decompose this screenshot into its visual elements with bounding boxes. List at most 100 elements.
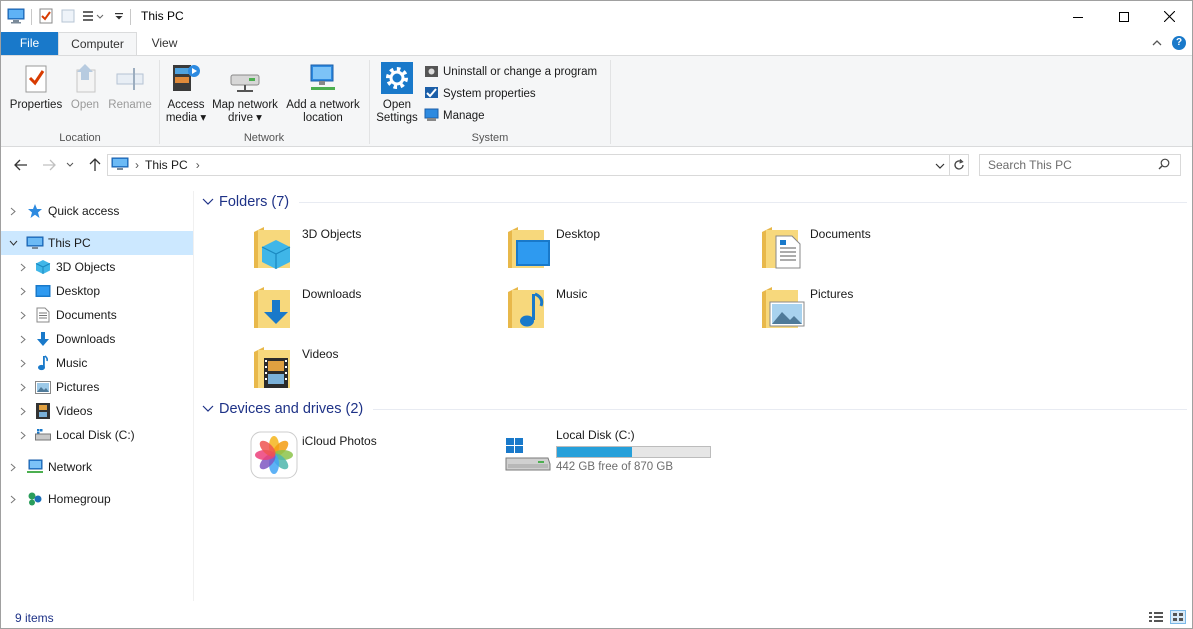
nav-item-this-pc[interactable]: This PC (1, 231, 193, 255)
folder-tile-pictures[interactable]: Pictures (758, 284, 1008, 340)
tiles-view-icon[interactable] (1170, 610, 1186, 624)
system-properties-button[interactable]: System properties (424, 84, 536, 104)
search-box[interactable] (979, 154, 1181, 176)
icloud-photos-tile[interactable]: iCloud Photos (250, 431, 500, 487)
expand-chevron-icon[interactable] (8, 462, 18, 472)
address-bar[interactable]: › This PC › (107, 154, 950, 176)
qat-dropdown-icon[interactable] (114, 8, 124, 27)
disk-usage-fill (557, 447, 633, 457)
properties-icon (20, 60, 52, 96)
tab-computer[interactable]: Computer (58, 32, 137, 56)
local-disk-tile[interactable]: Local Disk (C:) 442 GB free of 870 GB (504, 428, 754, 484)
nav-item-documents[interactable]: Documents (1, 303, 193, 327)
breadcrumb-this-pc[interactable]: This PC (145, 158, 188, 172)
nav-item-local-disk[interactable]: Local Disk (C:) (1, 423, 193, 447)
collapse-chevron-icon[interactable] (8, 238, 18, 248)
folders-group-header[interactable]: Folders (7) (202, 192, 1187, 212)
expand-chevron-icon[interactable] (8, 206, 18, 216)
tab-view[interactable]: View (137, 32, 192, 55)
folder-name: Videos (302, 347, 339, 361)
nav-item-desktop[interactable]: Desktop (1, 279, 193, 303)
rename-icon (114, 60, 146, 96)
refresh-button[interactable] (949, 154, 969, 176)
nav-label-network: Network (48, 460, 93, 474)
breadcrumb-chevron-icon[interactable]: › (196, 158, 200, 172)
breadcrumb-chevron-icon[interactable]: › (135, 158, 139, 172)
search-input[interactable] (988, 158, 1158, 172)
folders-header-label: Folders (7) (219, 194, 290, 210)
device-name: Local Disk (C:) (556, 428, 635, 442)
nav-label: Documents (56, 308, 117, 322)
minimize-button[interactable] (1055, 1, 1101, 32)
recent-locations-button[interactable] (63, 155, 77, 175)
nav-item-videos[interactable]: Videos (1, 399, 193, 423)
tab-file[interactable]: File (1, 32, 58, 55)
expand-chevron-icon[interactable] (18, 286, 28, 296)
rename-button[interactable]: Rename (105, 60, 155, 112)
explorer-window: This PC File Computer View ? Properties … (0, 0, 1193, 629)
manage-label: Manage (443, 110, 485, 122)
expand-chevron-icon[interactable] (8, 494, 18, 504)
help-icon[interactable]: ? (1172, 36, 1186, 50)
access-media-button[interactable]: Access media ▾ (164, 60, 208, 125)
customize-qat-icon[interactable] (82, 8, 108, 27)
computer-icon[interactable] (7, 8, 25, 27)
folder-tile-downloads[interactable]: Downloads (250, 284, 500, 340)
nav-item-music[interactable]: Music (1, 351, 193, 375)
expand-chevron-icon[interactable] (18, 310, 28, 320)
properties-check-icon[interactable] (38, 8, 54, 27)
nav-label: Music (56, 356, 88, 370)
nav-item-network[interactable]: Network (1, 455, 193, 479)
nav-item-quick-access[interactable]: Quick access (1, 199, 193, 223)
close-button[interactable] (1146, 1, 1192, 32)
expand-chevron-icon[interactable] (18, 382, 28, 392)
nav-item-downloads[interactable]: Downloads (1, 327, 193, 351)
manage-icon (424, 107, 439, 125)
properties-button[interactable]: Properties (7, 60, 65, 112)
devices-group-header[interactable]: Devices and drives (2) (202, 399, 1187, 419)
up-button[interactable] (85, 155, 105, 175)
media-icon (170, 60, 202, 96)
ribbon-divider (610, 60, 611, 144)
nav-item-pictures[interactable]: Pictures (1, 375, 193, 399)
nav-label: Downloads (56, 332, 116, 346)
nav-label: 3D Objects (56, 260, 116, 274)
folder-tile-music[interactable]: Music (504, 284, 754, 340)
new-folder-icon[interactable] (60, 8, 76, 27)
collapse-ribbon-icon[interactable] (1152, 36, 1162, 50)
expand-chevron-icon[interactable] (18, 430, 28, 440)
back-button[interactable] (11, 155, 31, 175)
access-media-label-1: Access (167, 99, 205, 111)
open-settings-label-1: Open (382, 99, 412, 111)
map-drive-label-1: Map network (212, 99, 278, 111)
nav-item-3d-objects[interactable]: 3D Objects (1, 255, 193, 279)
open-button[interactable]: Open (67, 60, 103, 112)
details-view-icon[interactable] (1148, 610, 1164, 624)
open-settings-button[interactable]: Open Settings (374, 60, 420, 125)
map-network-drive-button[interactable]: Map network drive ▾ (208, 60, 282, 125)
nav-item-homegroup[interactable]: Homegroup (1, 487, 193, 511)
folder-tile-documents[interactable]: Documents (758, 224, 1008, 280)
uninstall-program-button[interactable]: Uninstall or change a program (424, 62, 597, 82)
address-dropdown-icon[interactable] (935, 158, 945, 172)
search-icon[interactable] (1158, 158, 1170, 173)
documents-folder-icon (758, 224, 808, 274)
forward-button[interactable] (39, 155, 59, 175)
folder-tile-videos[interactable]: Videos (250, 344, 500, 400)
nav-label: Pictures (56, 380, 100, 394)
rename-label: Rename (108, 99, 152, 111)
folder-tile-3d-objects[interactable]: 3D Objects (250, 224, 500, 280)
local-disk-icon (504, 428, 554, 478)
maximize-button[interactable] (1101, 1, 1147, 32)
add-network-location-button[interactable]: Add a network location (282, 60, 364, 125)
expand-chevron-icon[interactable] (18, 262, 28, 272)
expand-chevron-icon[interactable] (18, 358, 28, 368)
hard-drive-icon (34, 426, 52, 444)
nav-label-this-pc: This PC (48, 236, 91, 250)
expand-chevron-icon[interactable] (18, 334, 28, 344)
expand-chevron-icon[interactable] (18, 406, 28, 416)
document-icon (34, 306, 52, 324)
status-bar: 9 items (1, 606, 1192, 628)
folder-tile-desktop[interactable]: Desktop (504, 224, 754, 280)
manage-button[interactable]: Manage (424, 106, 485, 126)
